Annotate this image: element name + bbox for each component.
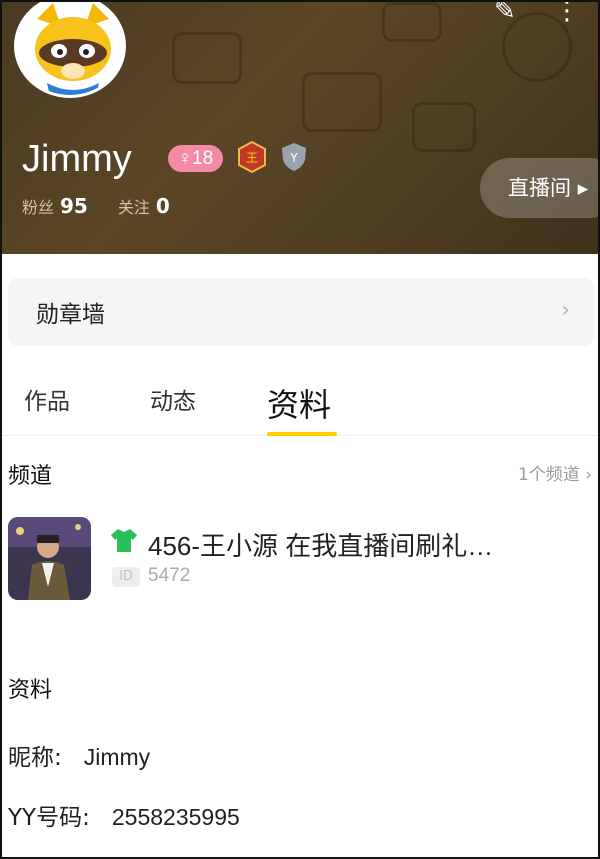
svg-text:Y: Y (289, 151, 298, 165)
nickname-value: Jimmy (83, 744, 151, 770)
channel-section-title: 频道 (8, 464, 53, 489)
level-number: 18 (192, 148, 214, 169)
medal-wall-label: 勋章墙 (36, 302, 105, 328)
yy-number-label: YY号码: (8, 805, 90, 831)
yy-number-row: YY号码: 2558235995 (8, 798, 240, 832)
decorative-photo-shape (412, 102, 476, 152)
svg-text:王: 王 (246, 151, 258, 165)
yy-number-value: 2558235995 (111, 804, 240, 830)
rank-medal-icon: 王 (238, 141, 266, 173)
username: Jimmy (22, 138, 132, 180)
following-label: 关注 (117, 198, 150, 217)
channel-id: 5472 (148, 565, 191, 586)
more-icon[interactable]: ⋮ (554, 2, 580, 26)
vip-shield-icon: Y (282, 143, 306, 171)
live-room-button[interactable]: 直播间 ▸ (480, 158, 598, 218)
edit-icon[interactable]: ✎ (494, 2, 516, 26)
chevron-right-icon: › (561, 298, 570, 323)
raccoon-mascot-icon (17, 2, 123, 95)
tab-moments[interactable]: 动态 (150, 382, 196, 416)
profile-header: ✎ ⋮ Jimmy ♀18 王 Y 粉丝 95 关注 0 直播间 ▸ (2, 2, 598, 254)
avatar[interactable] (14, 2, 126, 98)
channel-title[interactable]: 456-王小源 在我直播间刷礼… (148, 526, 493, 563)
channel-host-photo (8, 517, 91, 600)
follow-stats: 粉丝 95 关注 0 (22, 194, 200, 218)
profile-screen: ✎ ⋮ Jimmy ♀18 王 Y 粉丝 95 关注 0 直播间 ▸ 勋章墙 ›… (0, 0, 600, 859)
level-badge: ♀18 (168, 145, 223, 172)
tab-info[interactable]: 资料 (267, 380, 331, 426)
nickname-row: 昵称: Jimmy (8, 738, 150, 772)
shirt-icon (111, 529, 137, 552)
channel-count-link[interactable]: 1个频道 › (518, 460, 592, 485)
following-count[interactable]: 0 (156, 194, 170, 218)
tab-works[interactable]: 作品 (24, 382, 70, 416)
fans-label: 粉丝 (22, 198, 55, 217)
channel-thumbnail[interactable] (8, 517, 91, 600)
info-section-title: 资料 (8, 678, 53, 703)
id-badge: ID (112, 567, 140, 587)
nickname-label: 昵称: (8, 745, 62, 771)
header-action-icons[interactable]: ✎ ⋮ (494, 2, 580, 26)
decorative-photo-shape (382, 2, 442, 42)
active-tab-indicator (267, 432, 337, 436)
medal-wall-row[interactable]: 勋章墙 › (8, 278, 594, 346)
gender-icon: ♀ (177, 148, 193, 169)
fans-count[interactable]: 95 (60, 194, 88, 218)
profile-tabs: 作品 动态 资料 (2, 370, 598, 436)
decorative-photo-shape (172, 32, 242, 84)
decorative-photo-shape (302, 72, 382, 132)
